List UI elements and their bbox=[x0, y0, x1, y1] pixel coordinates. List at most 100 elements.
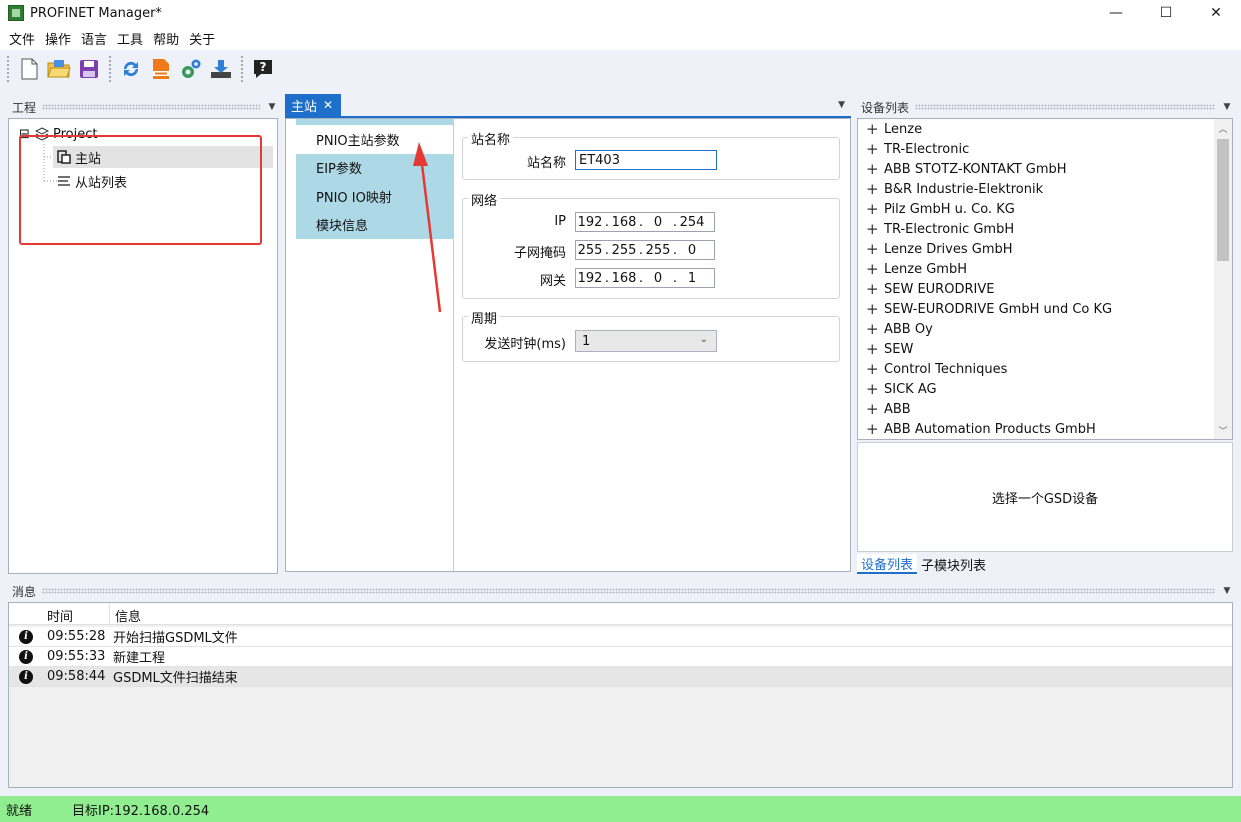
title-bar: PROFINET Manager* — ☐ ✕ bbox=[0, 0, 1241, 26]
expand-plus-icon[interactable]: + bbox=[866, 260, 884, 278]
expand-plus-icon[interactable]: + bbox=[866, 140, 884, 158]
expand-plus-icon[interactable]: + bbox=[866, 320, 884, 338]
column-header-time[interactable]: 时间 bbox=[47, 606, 73, 625]
expand-plus-icon[interactable]: + bbox=[866, 360, 884, 378]
open-folder-icon[interactable] bbox=[46, 56, 72, 82]
device-item[interactable]: + ABB bbox=[866, 399, 911, 419]
tab-device-list[interactable]: 设备列表 bbox=[857, 554, 918, 574]
ip-address-input[interactable]: 192. 168. 0. 254 bbox=[575, 212, 715, 232]
device-item[interactable]: + Lenze Drives GmbH bbox=[866, 239, 1013, 259]
menu-operate[interactable]: 操作 bbox=[40, 29, 76, 48]
device-item[interactable]: + Lenze GmbH bbox=[866, 259, 967, 279]
expand-plus-icon[interactable]: + bbox=[866, 380, 884, 398]
mask-octet-3[interactable]: 255 bbox=[644, 243, 672, 258]
device-item[interactable]: + TR-Electronic bbox=[866, 139, 969, 159]
gateway-octet-4[interactable]: 1 bbox=[678, 271, 706, 286]
menu-about[interactable]: 关于 bbox=[184, 29, 220, 48]
gsdml-icon[interactable] bbox=[148, 56, 174, 82]
gateway-octet-3[interactable]: 0 bbox=[644, 271, 672, 286]
gateway-label: 网关 bbox=[539, 274, 566, 289]
tab-submodule-list[interactable]: 子模块列表 bbox=[917, 554, 990, 574]
gateway-input[interactable]: 192. 168. 0. 1 bbox=[575, 268, 715, 288]
download-icon[interactable] bbox=[208, 56, 234, 82]
maximize-button[interactable]: ☐ bbox=[1141, 0, 1191, 26]
tab-close-icon[interactable]: ✕ bbox=[323, 98, 333, 112]
ip-octet-1[interactable]: 192 bbox=[576, 215, 604, 230]
expand-plus-icon[interactable]: + bbox=[866, 300, 884, 318]
device-item[interactable]: + SEW EURODRIVE bbox=[866, 279, 994, 299]
editor-dropdown-icon[interactable]: ▼ bbox=[838, 100, 845, 110]
device-item[interactable]: + TR-Electronic GmbH bbox=[866, 219, 1014, 239]
mask-octet-1[interactable]: 255 bbox=[576, 243, 604, 258]
table-row[interactable]: i 09:55:28 开始扫描GSDML文件 bbox=[9, 627, 1232, 647]
device-panel-dropdown-icon[interactable]: ▼ bbox=[1221, 102, 1233, 112]
scroll-down-icon[interactable]: ﹀ bbox=[1214, 421, 1232, 439]
toolbar-grip-3[interactable] bbox=[240, 55, 244, 83]
device-item[interactable]: + B&R Industrie-Elektronik bbox=[866, 179, 1043, 199]
help-icon[interactable]: ? bbox=[250, 56, 276, 82]
column-header-info[interactable]: 信息 bbox=[115, 606, 141, 625]
expand-plus-icon[interactable]: + bbox=[866, 220, 884, 238]
device-item[interactable]: + SEW-EURODRIVE GmbH und Co KG bbox=[866, 299, 1112, 319]
expand-plus-icon[interactable]: + bbox=[866, 120, 884, 138]
gateway-octet-1[interactable]: 192 bbox=[576, 271, 604, 286]
scroll-thumb[interactable] bbox=[1217, 139, 1229, 261]
table-row[interactable]: i 09:55:33 新建工程 bbox=[9, 647, 1232, 667]
save-icon[interactable] bbox=[76, 56, 102, 82]
messages-panel-dropdown-icon[interactable]: ▼ bbox=[1221, 586, 1233, 596]
expand-plus-icon[interactable]: + bbox=[866, 280, 884, 298]
device-list-scrollbar[interactable]: ︿ ﹀ bbox=[1214, 119, 1232, 439]
gateway-octet-2[interactable]: 168 bbox=[610, 271, 638, 286]
table-row[interactable]: i 09:58:44 GSDML文件扫描结束 bbox=[9, 667, 1232, 687]
send-clock-select[interactable]: 1 ⌄ bbox=[575, 330, 717, 352]
mask-octet-2[interactable]: 255 bbox=[610, 243, 638, 258]
project-panel: 工程 ▼ ⊟ Project 主站 从站列表 bbox=[8, 98, 278, 574]
expand-plus-icon[interactable]: + bbox=[866, 180, 884, 198]
toolbar-grip[interactable] bbox=[6, 55, 10, 83]
menu-language[interactable]: 语言 bbox=[76, 29, 112, 48]
project-panel-title: 工程 bbox=[12, 100, 37, 115]
device-panel-grip[interactable] bbox=[915, 104, 1215, 110]
minimize-button[interactable]: — bbox=[1091, 0, 1141, 26]
panel-dropdown-icon[interactable]: ▼ bbox=[266, 102, 278, 112]
ip-octet-2[interactable]: 168 bbox=[610, 215, 638, 230]
station-name-input[interactable]: ET403 bbox=[575, 150, 717, 170]
expand-plus-icon[interactable]: + bbox=[866, 400, 884, 418]
panel-grip[interactable] bbox=[42, 104, 260, 110]
menu-help[interactable]: 帮助 bbox=[148, 29, 184, 48]
cycle-group-title: 周期 bbox=[468, 308, 501, 327]
mask-octet-4[interactable]: 0 bbox=[678, 243, 706, 258]
expand-plus-icon[interactable]: + bbox=[866, 240, 884, 258]
new-file-icon[interactable] bbox=[16, 56, 42, 82]
message-time: 09:58:44 bbox=[47, 669, 106, 684]
close-button[interactable]: ✕ bbox=[1191, 0, 1241, 26]
device-item[interactable]: + Lenze bbox=[866, 119, 922, 139]
device-item[interactable]: + ABB Automation Products GmbH bbox=[866, 419, 1096, 439]
device-item[interactable]: + SEW bbox=[866, 339, 913, 359]
toolbar-grip-2[interactable] bbox=[108, 55, 112, 83]
device-item[interactable]: + Control Techniques bbox=[866, 359, 1007, 379]
refresh-icon[interactable] bbox=[118, 56, 144, 82]
subnet-mask-label: 子网掩码 bbox=[513, 246, 566, 261]
settings-gears-icon[interactable] bbox=[178, 56, 204, 82]
menu-tools[interactable]: 工具 bbox=[112, 29, 148, 48]
messages-panel-grip[interactable] bbox=[42, 588, 1215, 594]
expand-plus-icon[interactable]: + bbox=[866, 200, 884, 218]
scroll-up-icon[interactable]: ︿ bbox=[1214, 119, 1232, 137]
send-clock-label: 发送时钟(ms) bbox=[484, 337, 566, 352]
device-item[interactable]: + ABB Oy bbox=[866, 319, 933, 339]
menu-file[interactable]: 文件 bbox=[4, 29, 40, 48]
device-item[interactable]: + Pilz GmbH u. Co. KG bbox=[866, 199, 1015, 219]
subnet-mask-input[interactable]: 255. 255. 255. 0 bbox=[575, 240, 715, 260]
device-item-label: Lenze Drives GmbH bbox=[884, 241, 1013, 257]
ip-octet-4[interactable]: 254 bbox=[678, 215, 706, 230]
device-item[interactable]: + SICK AG bbox=[866, 379, 937, 399]
device-item[interactable]: + ABB STOTZ-KONTAKT GmbH bbox=[866, 159, 1067, 179]
toolbar: ? bbox=[0, 50, 1241, 88]
device-panel-header: 设备列表 ▼ bbox=[857, 98, 1233, 116]
tab-master[interactable]: 主站 ✕ bbox=[285, 94, 341, 116]
expand-plus-icon[interactable]: + bbox=[866, 160, 884, 178]
expand-plus-icon[interactable]: + bbox=[866, 420, 884, 438]
ip-octet-3[interactable]: 0 bbox=[644, 215, 672, 230]
expand-plus-icon[interactable]: + bbox=[866, 340, 884, 358]
